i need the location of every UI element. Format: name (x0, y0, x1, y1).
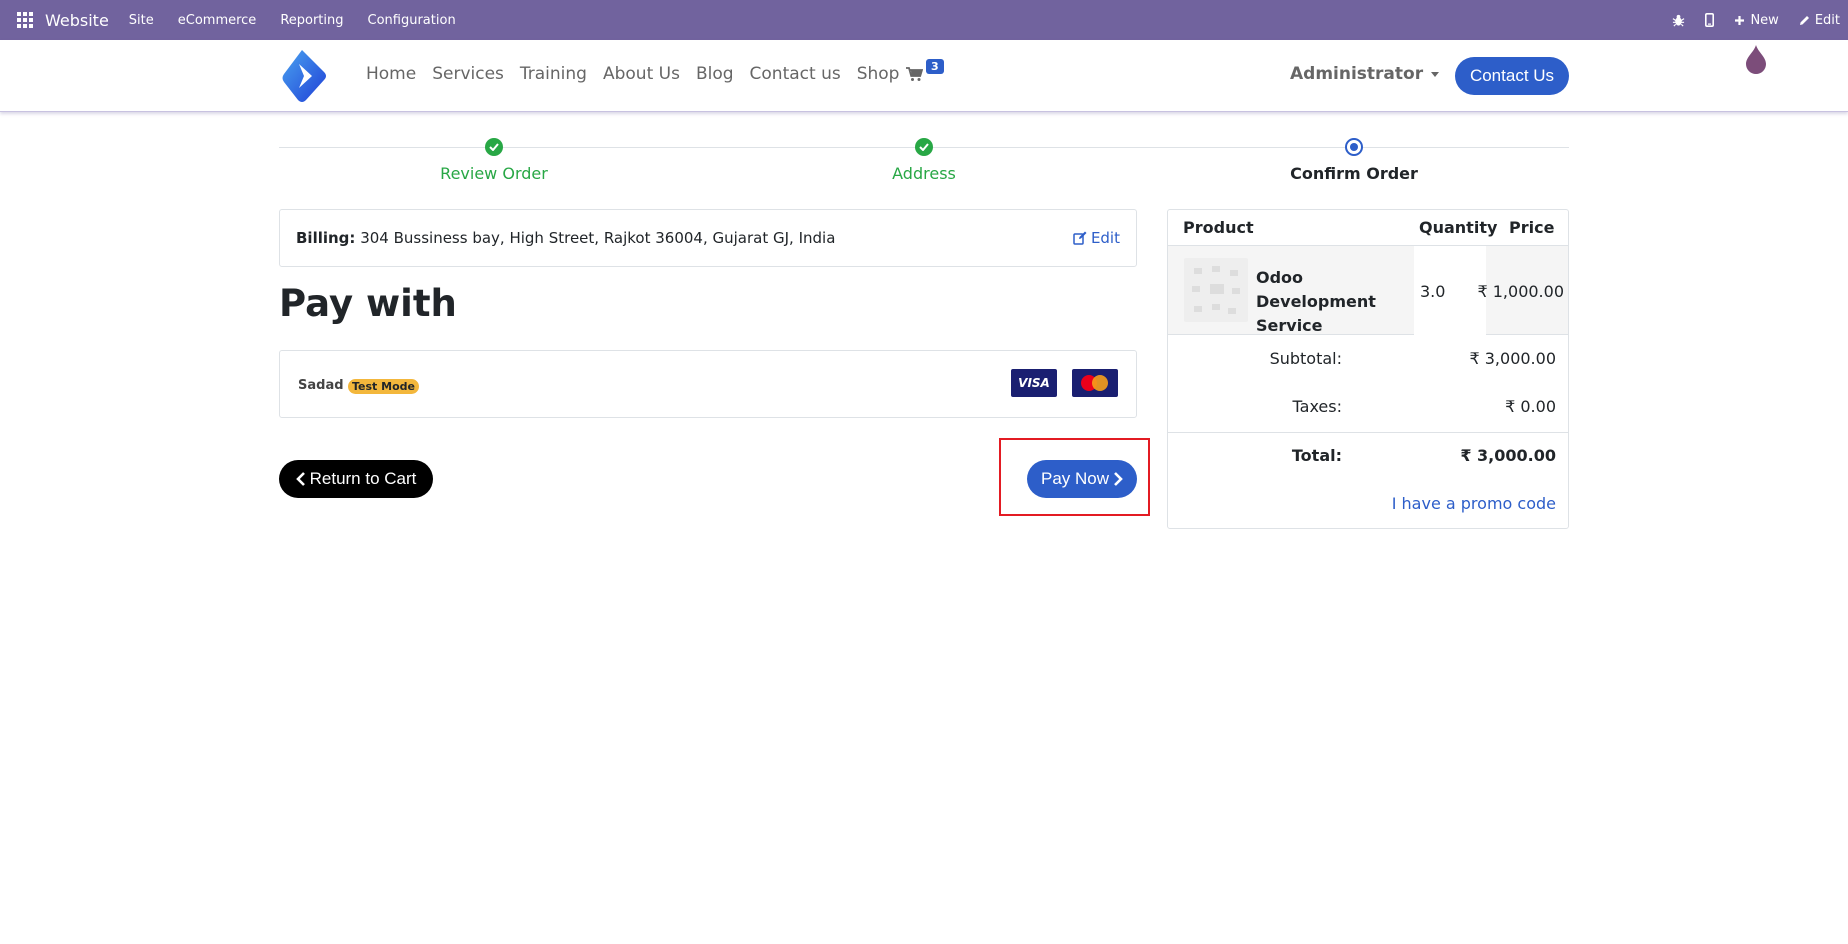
billing-address: 304 Bussiness bay, High Street, Rajkot 3… (360, 229, 836, 247)
edit-billing-link[interactable]: Edit (1073, 229, 1120, 247)
chevron-left-icon (295, 472, 305, 486)
plus-icon (1735, 15, 1745, 25)
admin-navbar: Website Site eCommerce Reporting Configu… (0, 0, 1848, 40)
user-dropdown[interactable]: Administrator (1290, 64, 1440, 84)
taxes-label: Taxes: (1292, 397, 1342, 416)
col-quantity: Quantity (1419, 218, 1498, 237)
edit-icon (1073, 231, 1087, 245)
billing-label: Billing: (296, 229, 356, 247)
mastercard-icon (1072, 369, 1118, 397)
step-label: Address (892, 164, 956, 183)
table-row: Odoo Development Service 3.0 ₹ 1,000.00 (1168, 246, 1568, 335)
new-label: New (1750, 12, 1779, 28)
user-name: Administrator (1290, 64, 1424, 84)
debug-bug-icon[interactable] (1672, 14, 1685, 27)
payment-provider-name: Sadad (298, 378, 344, 393)
edit-page-button[interactable]: Edit (1799, 13, 1840, 28)
nav-home[interactable]: Home (366, 64, 416, 84)
admin-menu-site[interactable]: Site (129, 13, 154, 28)
check-circle-icon (485, 138, 503, 156)
admin-brand[interactable]: Website (45, 11, 109, 30)
edit-label: Edit (1814, 12, 1840, 28)
product-quantity: 3.0 (1420, 282, 1446, 301)
step-label: Review Order (440, 164, 548, 183)
chevron-right-icon (1114, 472, 1123, 486)
cart-link[interactable]: 3 (906, 59, 944, 86)
main-nav: Home Services Training About Us Blog Con… (366, 64, 915, 84)
nav-training[interactable]: Training (520, 64, 587, 84)
subtotal-label: Subtotal: (1269, 349, 1342, 368)
summary-header: Product Quantity Price (1168, 210, 1568, 246)
product-image[interactable] (1184, 258, 1248, 322)
nav-blog[interactable]: Blog (696, 64, 734, 84)
summary-divider (1168, 432, 1568, 433)
return-to-cart-label: Return to Cart (309, 469, 417, 488)
product-price: ₹ 1,000.00 (1477, 282, 1564, 301)
theme-drop-icon[interactable] (1745, 44, 1767, 78)
order-summary: Product Quantity Price Odoo Development … (1167, 209, 1569, 529)
site-header: Home Services Training About Us Blog Con… (0, 40, 1848, 112)
admin-actions: New Edit (1672, 0, 1848, 40)
step-confirm-order: Confirm Order (1254, 138, 1454, 183)
caret-down-icon (1431, 71, 1440, 77)
cart-count-badge: 3 (926, 59, 944, 74)
payment-method-option[interactable]: Sadad Test Mode VISA (279, 350, 1137, 418)
edit-billing-label: Edit (1090, 229, 1120, 247)
admin-menu: Site eCommerce Reporting Configuration (129, 13, 480, 28)
pay-now-button[interactable]: Pay Now (1027, 460, 1137, 498)
visa-card-icon: VISA (1011, 369, 1057, 397)
pay-now-label: Pay Now (1040, 469, 1110, 488)
step-review-order: Review Order (394, 138, 594, 183)
col-product: Product (1183, 218, 1254, 237)
check-circle-icon (915, 138, 933, 156)
step-address: Address (824, 138, 1024, 183)
contact-us-button[interactable]: Contact Us (1455, 57, 1569, 95)
promo-code-link[interactable]: I have a promo code (1392, 494, 1556, 513)
product-name[interactable]: Odoo Development Service (1256, 266, 1406, 338)
taxes-value: ₹ 0.00 (1505, 397, 1556, 416)
company-logo[interactable] (282, 48, 328, 102)
nav-shop[interactable]: Shop (857, 64, 900, 84)
new-content-button[interactable]: New (1734, 12, 1779, 28)
admin-menu-configuration[interactable]: Configuration (368, 13, 456, 28)
visa-text: VISA (1018, 376, 1050, 390)
pencil-icon (1799, 15, 1809, 25)
mobile-preview-icon[interactable] (1705, 13, 1715, 27)
shopping-cart-icon (906, 67, 924, 81)
apps-menu-icon[interactable] (17, 12, 33, 28)
current-step-icon (1345, 138, 1363, 156)
test-mode-badge: Test Mode (348, 379, 419, 394)
total-label: Total: (1291, 446, 1342, 465)
step-label: Confirm Order (1290, 164, 1418, 183)
total-value: ₹ 3,000.00 (1460, 446, 1556, 465)
col-price: Price (1509, 218, 1555, 237)
admin-menu-ecommerce[interactable]: eCommerce (178, 13, 257, 28)
admin-menu-reporting[interactable]: Reporting (280, 13, 343, 28)
nav-services[interactable]: Services (432, 64, 504, 84)
billing-address-card: Billing: 304 Bussiness bay, High Street,… (279, 209, 1137, 267)
nav-about-us[interactable]: About Us (603, 64, 680, 84)
nav-contact-us[interactable]: Contact us (750, 64, 841, 84)
billing-text: Billing: 304 Bussiness bay, High Street,… (296, 229, 835, 247)
subtotal-value: ₹ 3,000.00 (1469, 349, 1556, 368)
return-to-cart-button[interactable]: Return to Cart (279, 460, 433, 498)
pay-with-heading: Pay with (279, 282, 457, 325)
